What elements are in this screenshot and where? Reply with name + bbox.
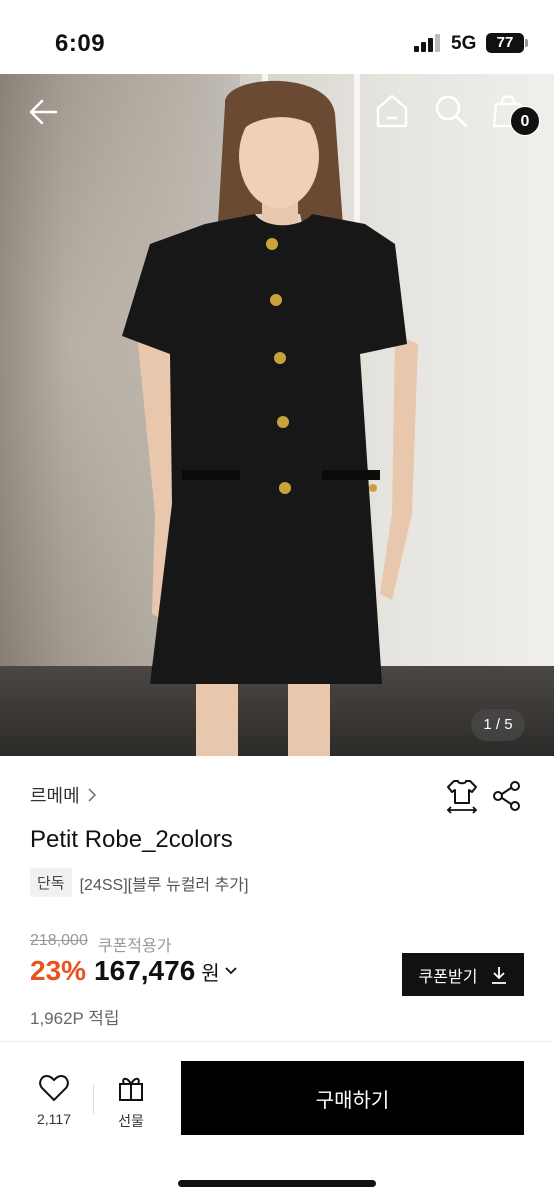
brand-link[interactable]: 르메메	[30, 782, 98, 808]
heart-icon	[39, 1074, 69, 1102]
original-price-row: 218,000 쿠폰적용가	[30, 932, 171, 956]
like-button[interactable]: 2,117	[30, 1074, 78, 1130]
shirt-size-icon	[446, 780, 478, 814]
arrow-left-icon	[29, 99, 58, 125]
status-time: 6:09	[55, 30, 106, 57]
search-button[interactable]	[432, 92, 470, 130]
chevron-right-icon	[88, 788, 96, 802]
product-tags: 단독 [24SS][블루 뉴컬러 추가]	[30, 868, 248, 897]
original-price: 218,000	[30, 932, 88, 949]
discount-rate: 23%	[30, 955, 87, 986]
home-icon	[376, 94, 408, 128]
brand-name: 르메메	[30, 786, 80, 806]
divider	[0, 1041, 554, 1042]
network-label: 5G	[451, 33, 477, 54]
chevron-down-icon[interactable]	[224, 965, 238, 977]
price-row: 23% 167,476 원	[30, 955, 238, 987]
home-indicator[interactable]	[178, 1180, 376, 1187]
cart-count-badge[interactable]: 0	[510, 106, 540, 136]
coupon-button-label: 쿠폰받기	[418, 968, 478, 986]
back-button[interactable]	[26, 94, 62, 130]
status-bar: 6:09 5G 77	[0, 0, 554, 74]
gift-icon	[119, 1077, 143, 1101]
reward-points: 1,962P 적립	[30, 1009, 120, 1028]
divider	[93, 1084, 94, 1114]
image-page-indicator: 1 / 5	[471, 709, 525, 741]
product-title: Petit Robe_2colors	[30, 826, 233, 853]
share-icon	[493, 781, 520, 811]
size-guide-button[interactable]	[446, 778, 478, 814]
coupon-price-note: 쿠폰적용가	[97, 938, 172, 955]
like-count: 2,117	[37, 1111, 71, 1127]
search-icon	[435, 95, 468, 128]
get-coupon-button[interactable]: 쿠폰받기	[402, 953, 524, 996]
product-image[interactable]	[0, 74, 554, 756]
buy-button[interactable]: 구매하기	[181, 1061, 524, 1135]
product-subtitle: [24SS][블루 뉴컬러 추가]	[79, 876, 249, 894]
buy-button-label: 구매하기	[315, 1089, 390, 1112]
battery-icon: 77	[486, 33, 528, 53]
download-icon	[492, 966, 507, 984]
home-button[interactable]	[373, 92, 411, 130]
sale-price: 167,476	[94, 955, 196, 986]
currency-label: 원	[201, 962, 220, 985]
model-illustration	[122, 80, 418, 756]
gift-label: 선물	[118, 1113, 144, 1129]
gift-button[interactable]: 선물	[108, 1074, 154, 1130]
exclusive-badge: 단독	[30, 868, 72, 897]
share-button[interactable]	[492, 780, 522, 812]
signal-icon	[414, 34, 442, 52]
